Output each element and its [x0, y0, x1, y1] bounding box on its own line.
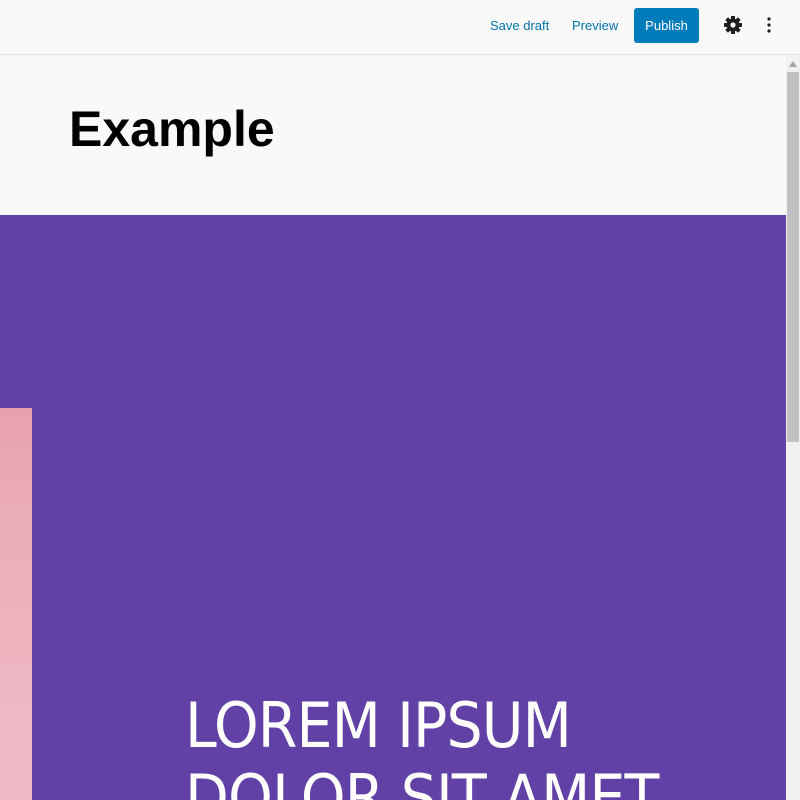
scrollbar-thumb[interactable]: [787, 72, 799, 442]
cover-heading[interactable]: LOREM IPSUM DOLOR SIT AMET: [185, 689, 659, 800]
editor-canvas: Example LOREM IPSUM DOLOR SIT AMET: [0, 55, 786, 800]
publish-button[interactable]: Publish: [634, 8, 699, 43]
save-draft-button[interactable]: Save draft: [490, 17, 549, 35]
cover-block[interactable]: LOREM IPSUM DOLOR SIT AMET: [0, 215, 786, 800]
more-vertical-icon: [767, 17, 771, 33]
preview-button[interactable]: Preview: [572, 17, 618, 35]
scroll-up-arrow[interactable]: [786, 55, 800, 72]
vertical-scrollbar[interactable]: [786, 55, 800, 800]
editor-header-toolbar: Save draft Preview Publish: [0, 0, 800, 55]
cover-heading-line-1: LOREM IPSUM: [185, 689, 572, 762]
settings-button[interactable]: [721, 13, 745, 37]
block-editor: Save draft Preview Publish Example LOREM…: [0, 0, 800, 800]
gear-icon: [724, 16, 742, 34]
cover-image-fragment: [0, 408, 32, 800]
more-options-button[interactable]: [757, 13, 781, 37]
triangle-up-icon: [789, 60, 797, 67]
post-title[interactable]: Example: [69, 99, 275, 159]
cover-heading-line-2: DOLOR SIT AMET: [185, 761, 659, 800]
